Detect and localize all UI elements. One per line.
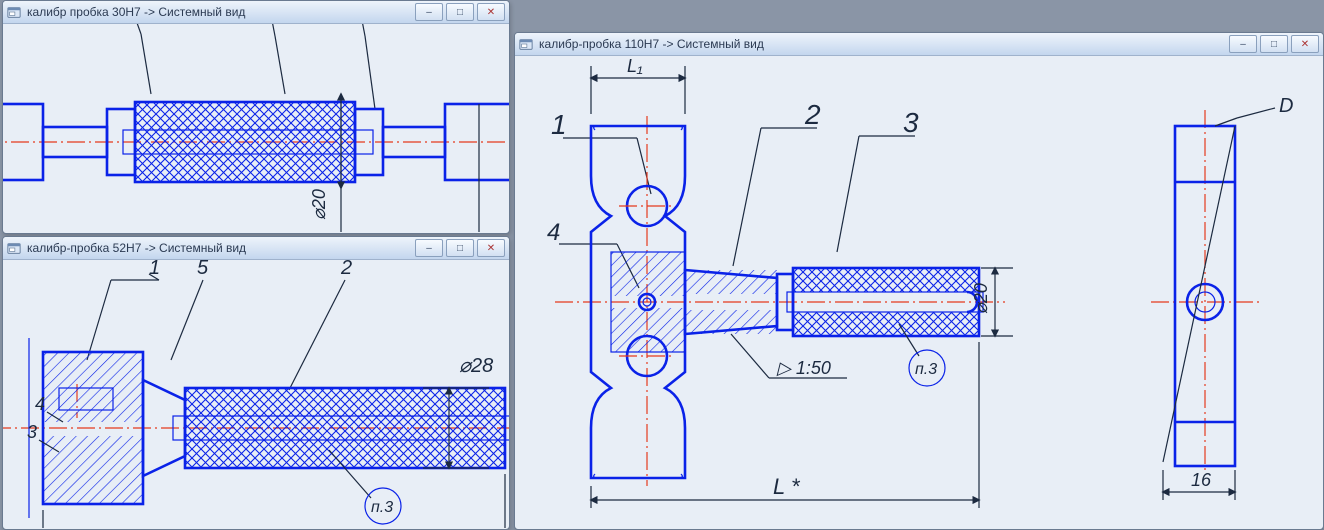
close-button[interactable]: ✕ — [477, 3, 505, 21]
close-button[interactable]: ✕ — [477, 239, 505, 257]
close-button[interactable]: ✕ — [1291, 35, 1319, 53]
maximize-button[interactable]: □ — [1260, 35, 1288, 53]
side-angle: D — [1279, 95, 1293, 117]
drawing-canvas-30h7[interactable]: ⌀20 — [3, 24, 509, 233]
titlebar-52h7[interactable]: калибр-пробка 52H7 -> Системный вид – □ … — [3, 237, 509, 260]
balloon-3: 3 — [903, 107, 919, 138]
taper-note: ▷ 1:50 — [776, 358, 831, 378]
minimize-button[interactable]: – — [415, 3, 443, 21]
balloon-1: 1 — [551, 109, 567, 140]
minimize-button[interactable]: – — [415, 239, 443, 257]
titlebar-30h7[interactable]: калибр пробка 30H7 -> Системный вид – □ … — [3, 1, 509, 24]
app-icon — [7, 5, 21, 19]
balloon-2: 2 — [340, 260, 352, 279]
drawing-canvas-110h7[interactable]: L₁ 1 2 3 4 — [515, 56, 1323, 529]
dim-d28: ⌀28 — [459, 355, 493, 377]
drawing-canvas-52h7[interactable]: 1 5 2 4 — [3, 260, 509, 529]
balloon-n3: п.3 — [371, 499, 393, 516]
window-title: калибр-пробка 110H7 -> Системный вид — [539, 37, 1223, 51]
doc-window-52h7: калибр-пробка 52H7 -> Системный вид – □ … — [2, 236, 510, 530]
balloon-3: 3 — [27, 422, 37, 442]
titlebar-110h7[interactable]: калибр-пробка 110H7 -> Системный вид – □… — [515, 33, 1323, 56]
window-title: калибр пробка 30H7 -> Системный вид — [27, 5, 409, 19]
app-icon — [519, 37, 533, 51]
doc-window-110h7: калибр-пробка 110H7 -> Системный вид – □… — [514, 32, 1324, 530]
minimize-button[interactable]: – — [1229, 35, 1257, 53]
app-icon — [7, 241, 21, 255]
balloon-n3: п.3 — [915, 361, 937, 378]
balloon-5: 5 — [197, 260, 209, 279]
dim-d20: ⌀20 — [971, 283, 991, 314]
dim-L1: L₁ — [627, 56, 643, 76]
balloon-4: 4 — [547, 219, 560, 246]
balloon-2: 2 — [804, 99, 821, 130]
balloon-4: 4 — [35, 394, 45, 414]
dim-L: L * — [773, 474, 801, 499]
dim-d20: ⌀20 — [309, 189, 329, 220]
side-dim-16: 16 — [1191, 470, 1212, 490]
maximize-button[interactable]: □ — [446, 3, 474, 21]
balloon-1: 1 — [149, 260, 160, 279]
doc-window-30h7: калибр пробка 30H7 -> Системный вид – □ … — [2, 0, 510, 234]
maximize-button[interactable]: □ — [446, 239, 474, 257]
window-title: калибр-пробка 52H7 -> Системный вид — [27, 241, 409, 255]
